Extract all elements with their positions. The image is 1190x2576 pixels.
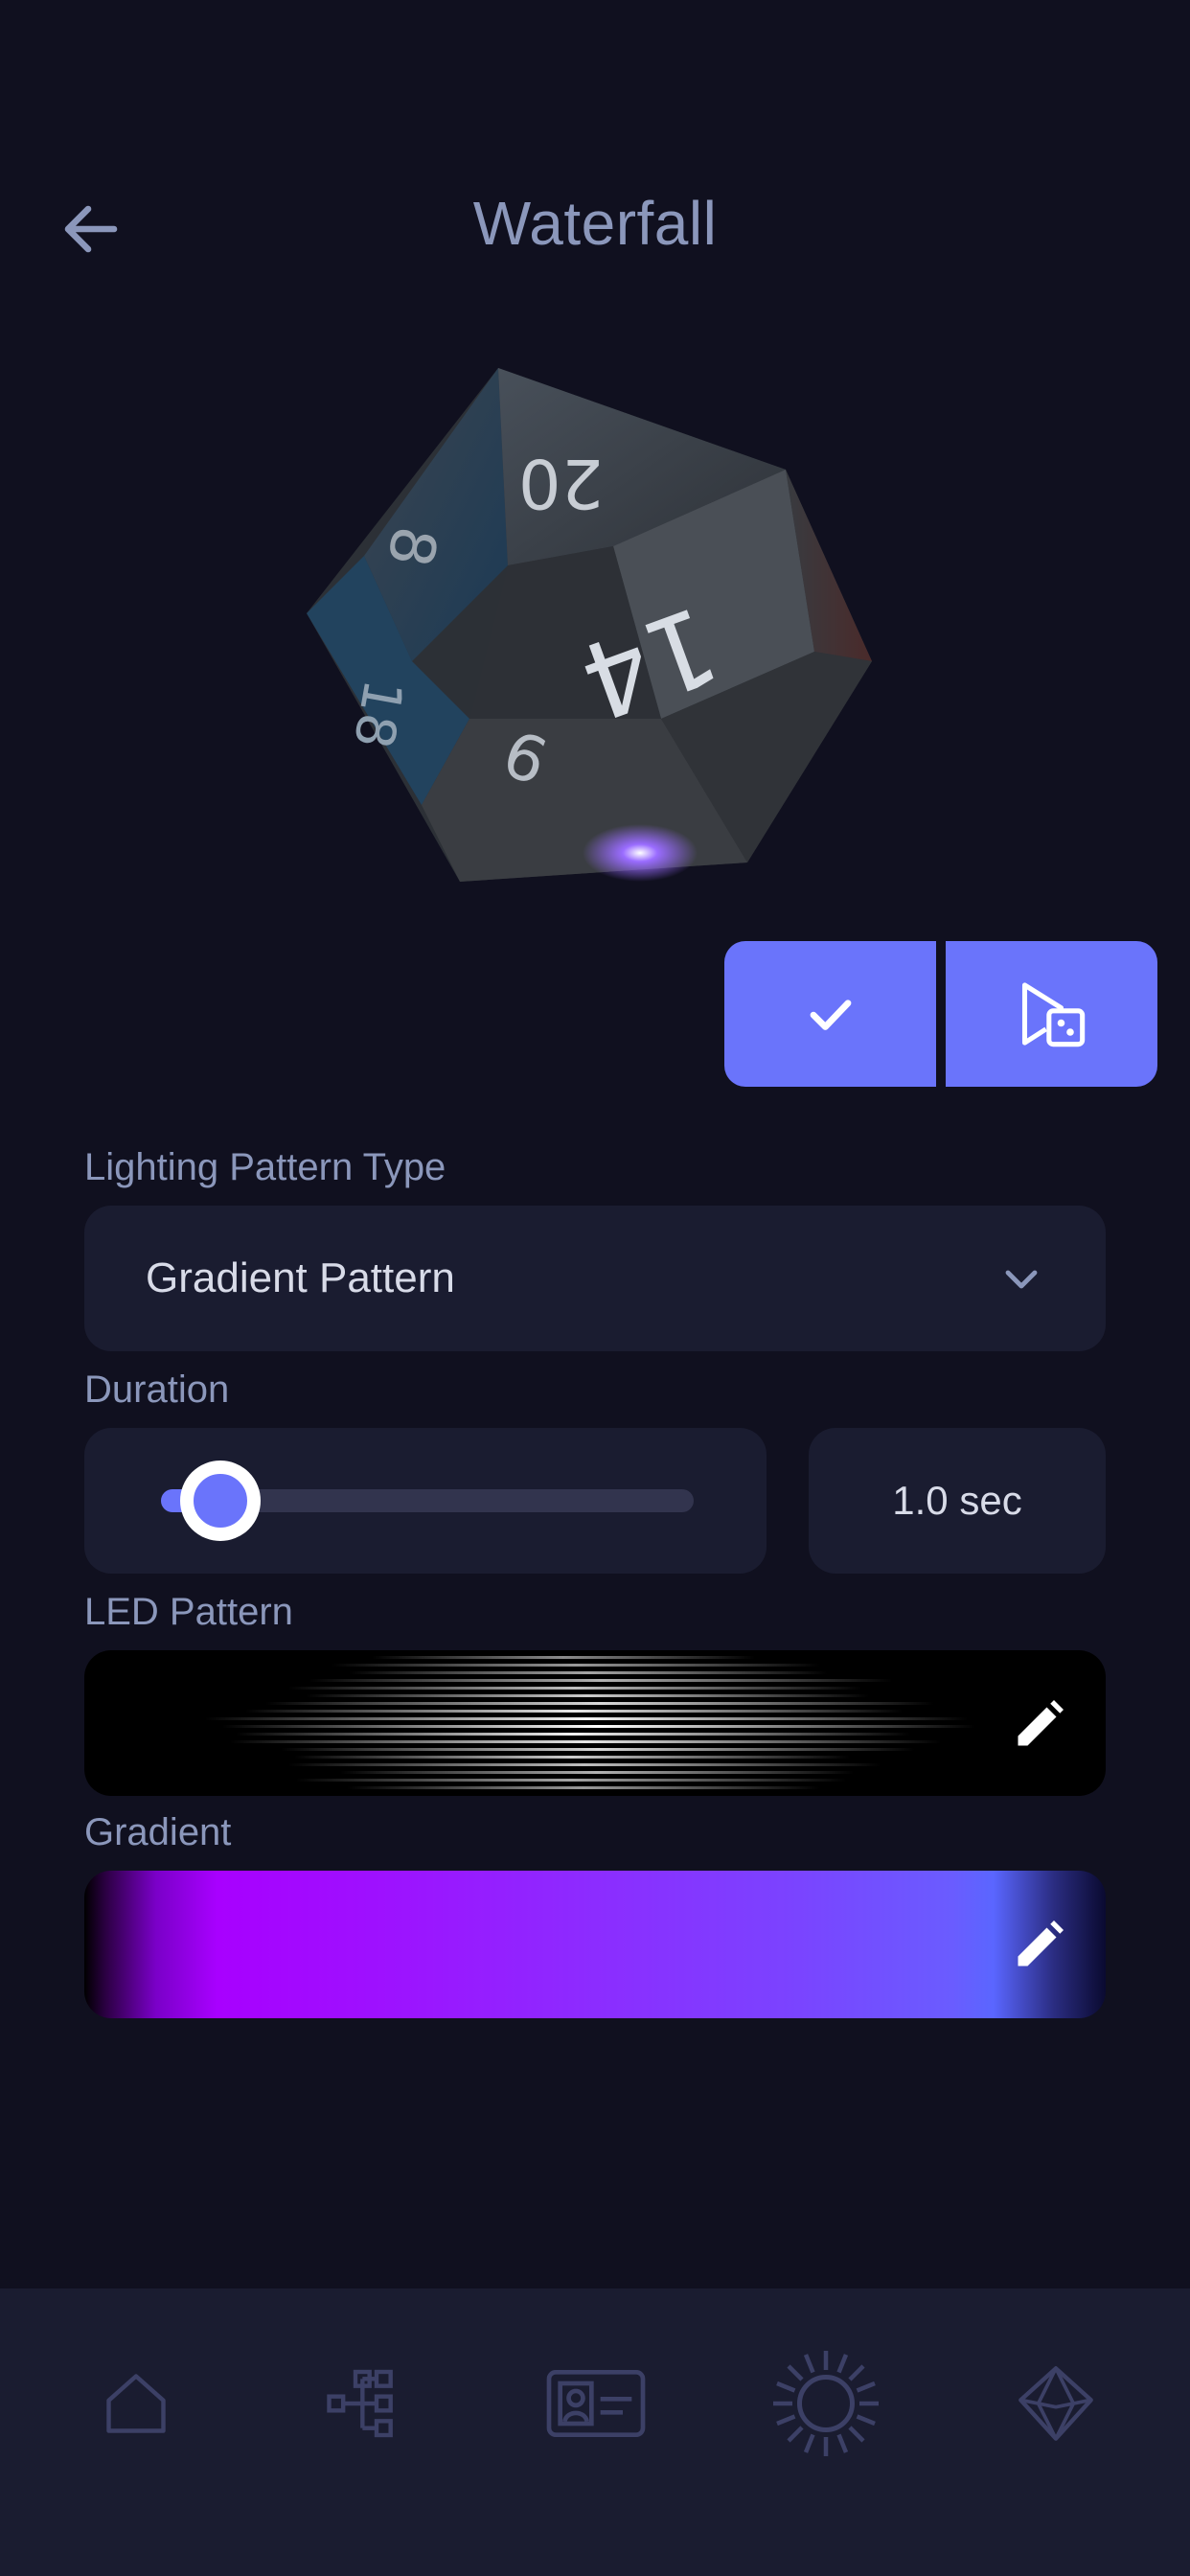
led-pattern-streak bbox=[281, 1748, 915, 1751]
led-pattern-label: LED Pattern bbox=[84, 1591, 293, 1633]
action-divider bbox=[936, 941, 946, 1087]
home-icon bbox=[106, 2374, 166, 2433]
led-pattern-streak bbox=[339, 1771, 855, 1774]
chevron-down-icon bbox=[1005, 1270, 1038, 1289]
lighting-pattern-label: Lighting Pattern Type bbox=[84, 1146, 446, 1188]
lighting-pattern-value: Gradient Pattern bbox=[146, 1254, 455, 1301]
led-pattern-preview[interactable] bbox=[84, 1650, 1106, 1796]
action-button-group bbox=[724, 941, 1157, 1087]
led-pattern-streak bbox=[347, 1786, 820, 1789]
gradient-preview[interactable] bbox=[84, 1871, 1106, 2018]
pencil-icon bbox=[1018, 1920, 1064, 1966]
d20-die: 20 14 8 9 18 bbox=[307, 368, 872, 882]
lighting-pattern-dropdown[interactable]: Gradient Pattern bbox=[84, 1206, 1106, 1351]
gradient-edit-button[interactable] bbox=[1010, 1915, 1069, 1974]
led-pattern-streak bbox=[295, 1779, 847, 1782]
die-icon bbox=[1018, 2366, 1093, 2441]
svg-text:20: 20 bbox=[518, 444, 604, 522]
led-pattern-streak bbox=[235, 1733, 911, 1736]
svg-text:18: 18 bbox=[341, 675, 414, 752]
duration-slider-thumb[interactable] bbox=[180, 1460, 262, 1541]
led-pattern-streak bbox=[229, 1740, 942, 1743]
checkmark-icon bbox=[810, 1000, 851, 1030]
gradient-label: Gradient bbox=[84, 1811, 232, 1853]
bottom-nav bbox=[0, 2288, 1190, 2576]
led-pattern-streak bbox=[244, 1710, 904, 1713]
led-pattern-streak bbox=[309, 1679, 893, 1682]
nav-profile[interactable] bbox=[529, 2336, 663, 2471]
tree-icon bbox=[327, 2369, 393, 2438]
confirm-button[interactable] bbox=[724, 941, 936, 1087]
led-pattern-streak bbox=[306, 1694, 869, 1697]
led-pattern-streak bbox=[287, 1763, 881, 1766]
profile-card-icon bbox=[546, 2370, 646, 2437]
led-pattern-graphic bbox=[204, 1656, 975, 1789]
nav-dice[interactable] bbox=[989, 2336, 1123, 2471]
nav-home[interactable] bbox=[69, 2336, 203, 2471]
led-pattern-streak bbox=[265, 1702, 934, 1705]
led-pattern-streak bbox=[287, 1687, 862, 1690]
led-pattern-streak bbox=[332, 1664, 820, 1667]
led-pattern-streak bbox=[294, 1756, 850, 1759]
duration-value[interactable]: 1.0 sec bbox=[809, 1428, 1106, 1574]
sun-burst-icon bbox=[773, 2351, 879, 2456]
nav-tree[interactable] bbox=[299, 2336, 433, 2471]
led-pattern-streak bbox=[372, 1656, 755, 1659]
led-pattern-streak bbox=[204, 1717, 969, 1720]
page-title: Waterfall bbox=[472, 189, 718, 258]
led-pattern-streak bbox=[349, 1671, 828, 1674]
led-pattern-streak bbox=[222, 1725, 975, 1728]
duration-label: Duration bbox=[84, 1368, 230, 1411]
led-pattern-edit-button[interactable] bbox=[1010, 1694, 1069, 1754]
play-on-die-icon bbox=[1021, 982, 1085, 1047]
preview-on-die-button[interactable] bbox=[946, 941, 1157, 1087]
die-preview: 20 14 8 9 18 bbox=[287, 355, 901, 910]
nav-effects[interactable] bbox=[759, 2336, 893, 2471]
pencil-icon bbox=[1018, 1700, 1064, 1746]
app-screen: Waterfall 20 14 8 9 18 Lighting Pattern … bbox=[0, 0, 1190, 2576]
duration-slider-card bbox=[84, 1428, 767, 1574]
